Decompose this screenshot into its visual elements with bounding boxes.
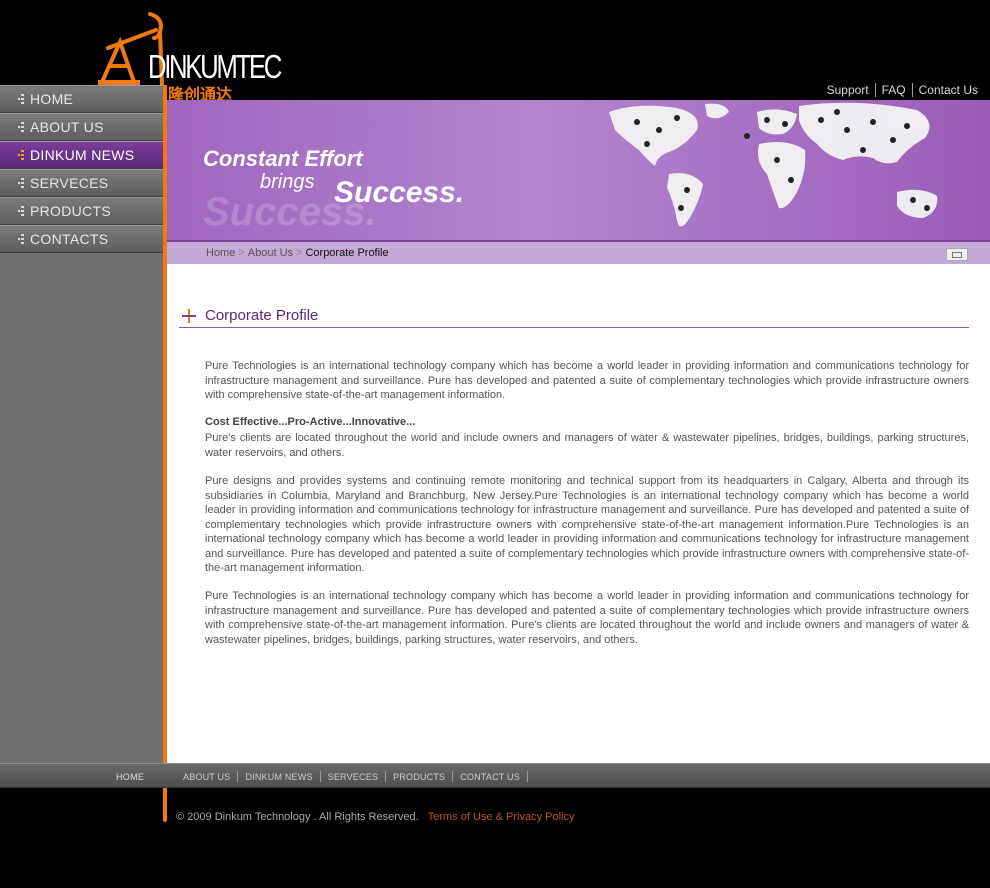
- sidebar-item-home[interactable]: HOME: [0, 85, 163, 113]
- banner-slogan-line1: Constant Effort: [203, 146, 363, 171]
- section-header: Corporate Profile: [179, 306, 969, 328]
- paragraph-summary: Pure Technologies is an international te…: [205, 590, 969, 646]
- breadcrumb-about-us-link[interactable]: About Us: [248, 247, 293, 259]
- sidebar-item-dinkum-news[interactable]: DINKUM NEWS: [0, 141, 163, 169]
- copyright-text: © 2009 Dinkum Technology . All Rights Re…: [176, 811, 419, 823]
- sidebar-item-label: CONTACTS: [30, 231, 109, 247]
- banner-slogan-line3: Success.: [334, 176, 465, 209]
- faq-link[interactable]: FAQ: [876, 83, 912, 97]
- footer-contact-us-link[interactable]: CONTACT US: [453, 772, 527, 782]
- top-links: Support FAQ Contact Us: [821, 83, 978, 97]
- terms-privacy-link[interactable]: Terms of Use & Privacy Policy: [428, 811, 575, 823]
- sidebar-item-contacts[interactable]: CONTACTS: [0, 225, 163, 253]
- chevron-right-icon: >: [238, 247, 245, 259]
- paragraph-clients: Pure's clients are located throughout th…: [205, 432, 969, 459]
- footer-about-us-link[interactable]: ABOUT US: [176, 772, 237, 782]
- contact-us-link[interactable]: Contact Us: [913, 83, 978, 97]
- footer-products-link[interactable]: PRODUCTS: [386, 772, 452, 782]
- divider: [526, 771, 528, 782]
- footer-nav: HOME ABOUT US DINKUM NEWS SERVECES PRODU…: [0, 763, 990, 788]
- breadcrumb-home-link[interactable]: Home: [206, 247, 235, 259]
- breadcrumb: Home > About Us > Corporate Profile: [167, 240, 990, 264]
- paragraph-design: Pure designs and provides systems and co…: [205, 475, 969, 574]
- sidebar-item-label: HOME: [30, 91, 74, 107]
- sidebar: HOME ABOUT US DINKUM NEWS SERVECES PRODU…: [0, 85, 163, 763]
- support-link[interactable]: Support: [821, 83, 875, 97]
- sidebar-item-products[interactable]: PRODUCTS: [0, 197, 163, 225]
- bullet-icon: [18, 122, 26, 132]
- bullet-icon: [18, 94, 26, 104]
- sidebar-item-about-us[interactable]: ABOUT US: [0, 113, 163, 141]
- footer-dinkum-news-link[interactable]: DINKUM NEWS: [238, 772, 319, 782]
- print-icon[interactable]: [946, 248, 968, 261]
- copyright: © 2009 Dinkum Technology . All Rights Re…: [176, 811, 574, 823]
- footer-home-link[interactable]: HOME: [116, 772, 144, 782]
- sidebar-item-label: SERVECES: [30, 175, 109, 191]
- footer-links: ABOUT US DINKUM NEWS SERVECES PRODUCTS C…: [176, 771, 528, 782]
- world-map-image: [609, 102, 938, 227]
- subheading: Cost Effective...Pro-Active...Innovative…: [205, 416, 416, 428]
- page-title: Corporate Profile: [205, 307, 319, 324]
- paragraph-intro: Pure Technologies is an international te…: [205, 360, 969, 401]
- cross-icon: [182, 309, 196, 323]
- chevron-right-icon: >: [296, 247, 303, 259]
- bullet-icon: [18, 178, 26, 188]
- sidebar-item-label: PRODUCTS: [30, 203, 111, 219]
- bullet-icon: [18, 234, 26, 244]
- bullet-icon: [18, 206, 26, 216]
- bullet-icon: [18, 150, 26, 160]
- sidebar-item-serveces[interactable]: SERVECES: [0, 169, 163, 197]
- banner-slogan-line2: brings: [260, 171, 315, 193]
- hero-banner: Success. Constant Effort brings Success.: [167, 100, 990, 240]
- sidebar-item-label: ABOUT US: [30, 119, 104, 135]
- main-content: Corporate Profile Pure Technologies is a…: [167, 264, 990, 763]
- sidebar-item-label: DINKUM NEWS: [30, 147, 135, 163]
- breadcrumb-current: Corporate Profile: [305, 247, 389, 259]
- footer-serveces-link[interactable]: SERVECES: [321, 772, 385, 782]
